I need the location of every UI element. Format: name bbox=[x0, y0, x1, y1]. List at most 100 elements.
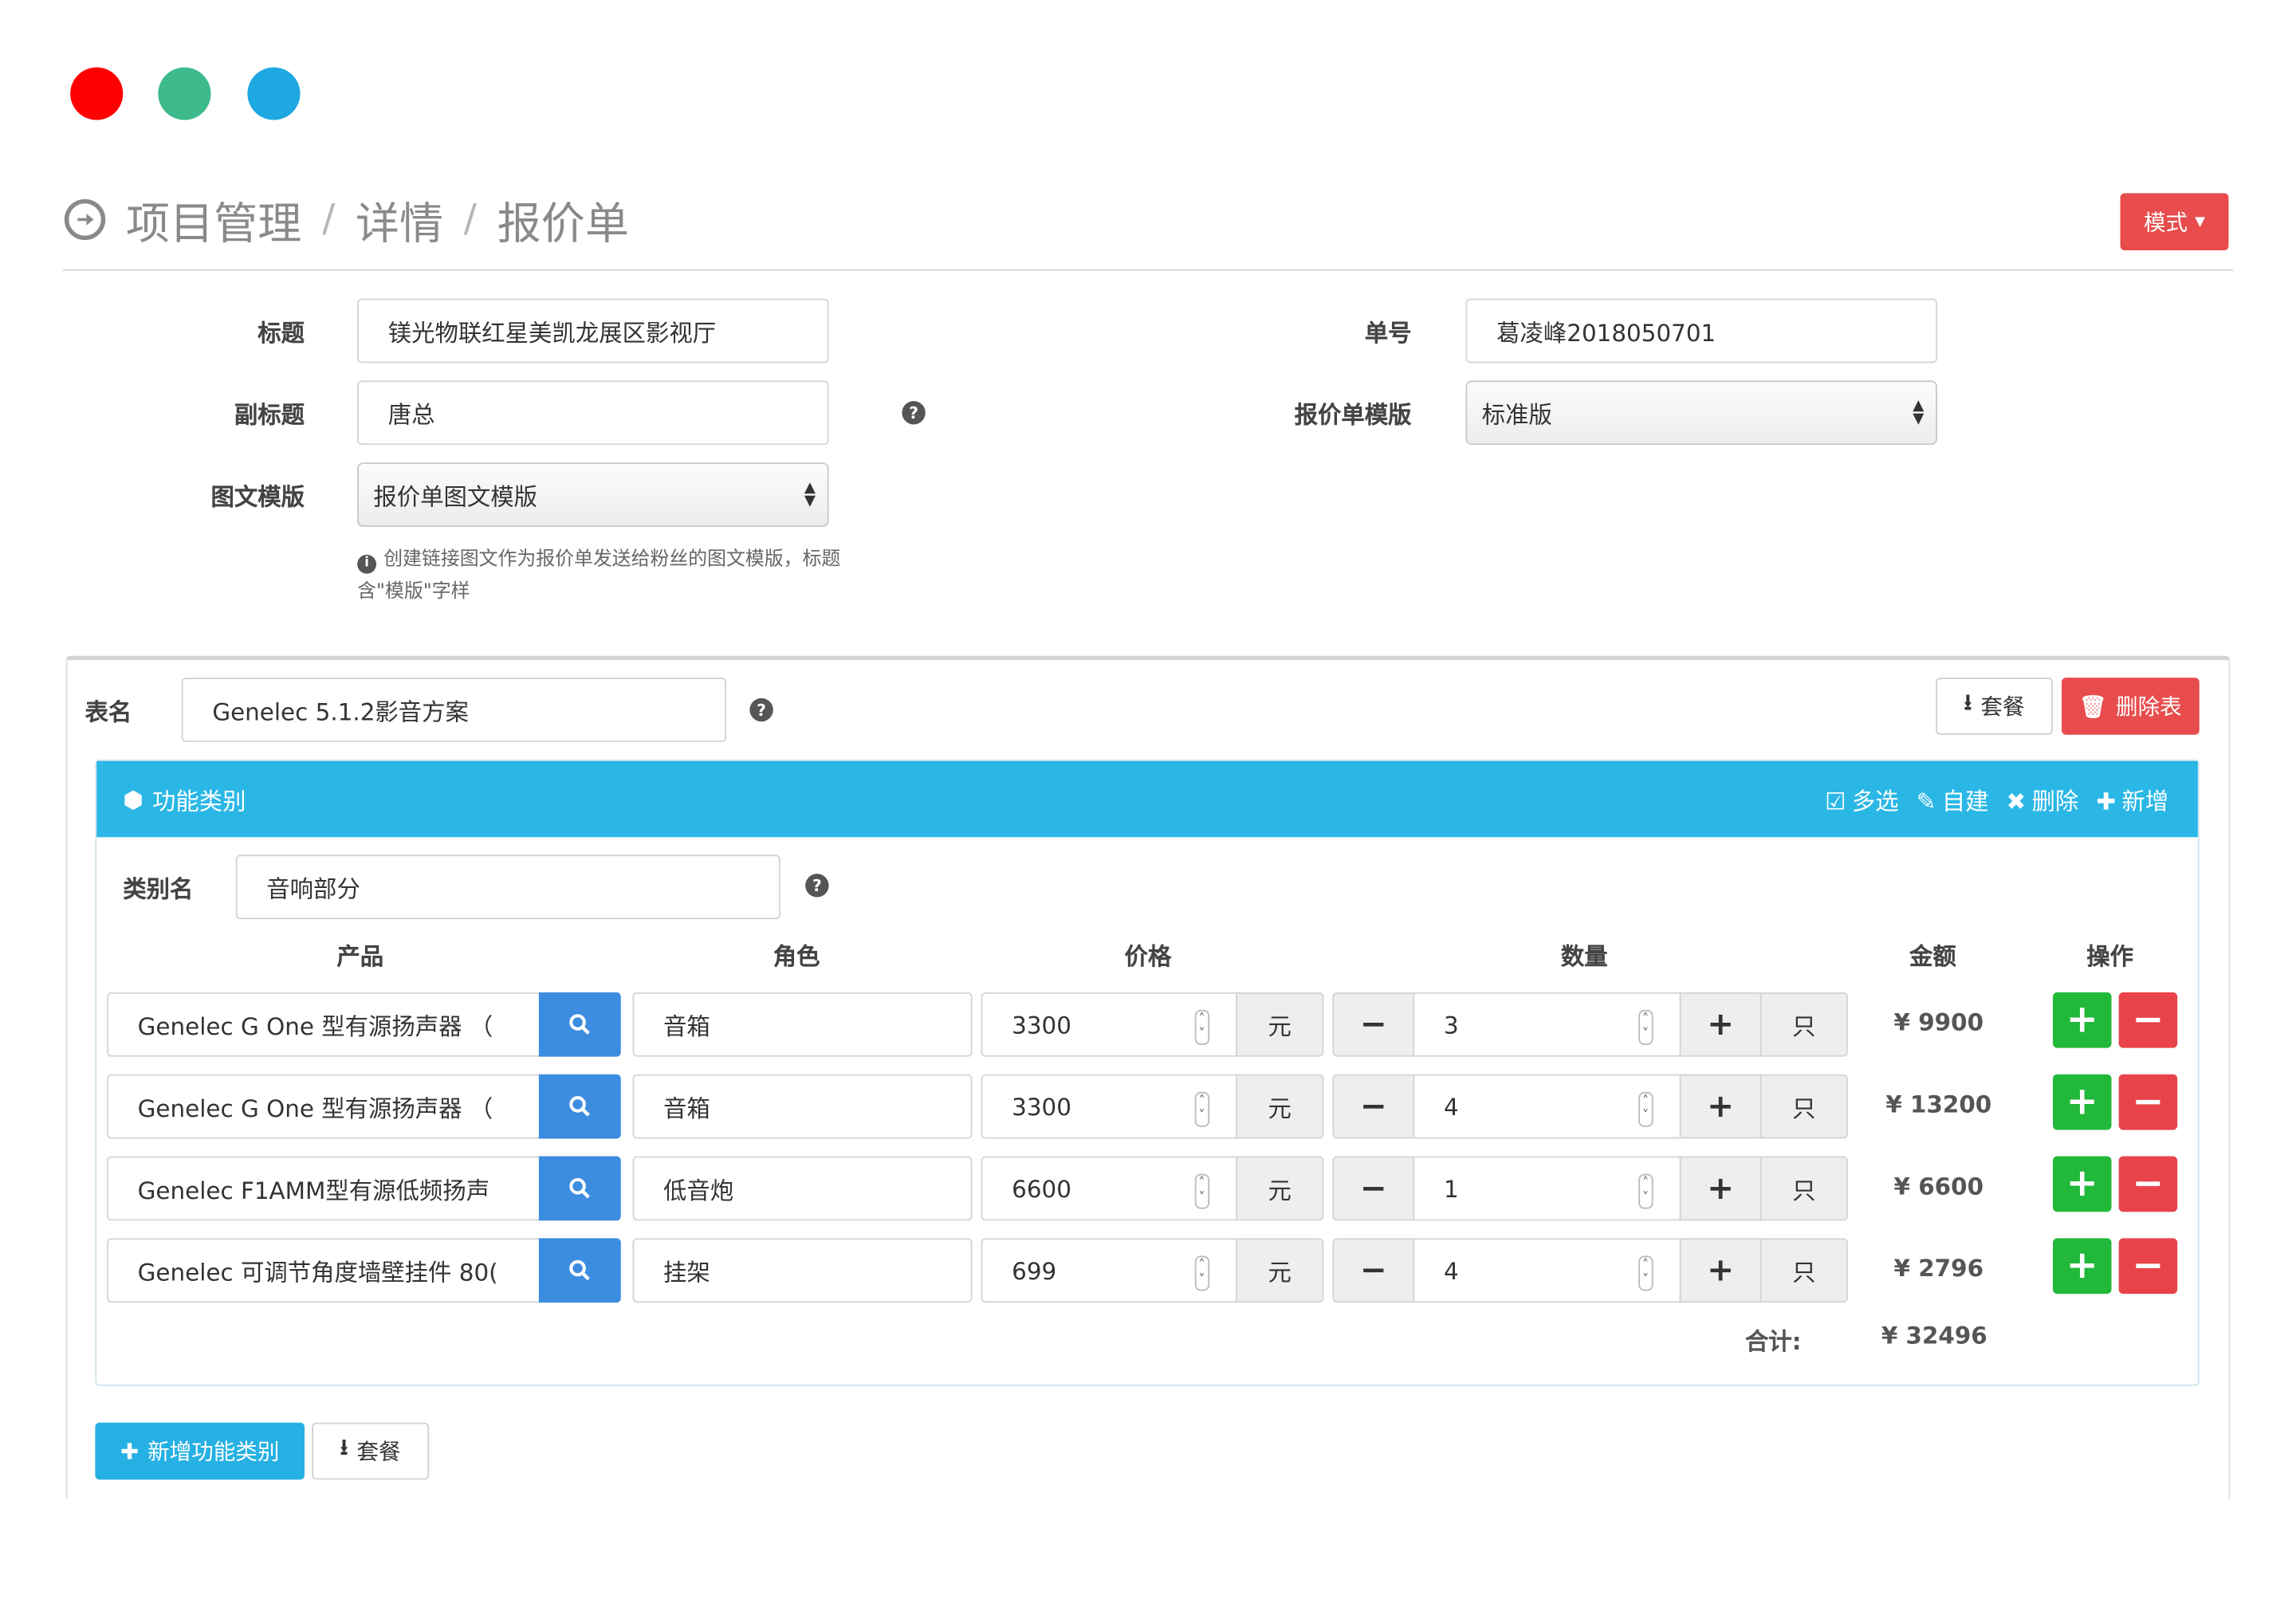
delete-category-button[interactable]: ✖ 删除 bbox=[2007, 781, 2079, 816]
window-maximize-button[interactable] bbox=[247, 67, 301, 120]
download-icon: ⭳ bbox=[340, 1434, 348, 1461]
remove-row-button[interactable]: − bbox=[2118, 1156, 2178, 1212]
increment-button[interactable]: + bbox=[1679, 992, 1762, 1057]
quantity-input[interactable]: 4 ˄ ˅ bbox=[1413, 1074, 1681, 1139]
help-icon[interactable]: ? bbox=[749, 697, 773, 722]
role-input[interactable]: 音箱 bbox=[632, 992, 973, 1057]
product-search-button[interactable] bbox=[538, 1074, 621, 1139]
cube-icon: ⬢ bbox=[123, 785, 144, 813]
mode-dropdown-button[interactable]: 模式 ▼ bbox=[2120, 193, 2229, 250]
add-category-label: 新增功能类别 bbox=[147, 1438, 280, 1465]
price-input[interactable]: 3300 ˄ ˅ bbox=[981, 1074, 1238, 1139]
quantity-input[interactable]: 3 ˄ ˅ bbox=[1413, 992, 1681, 1057]
arrow-circle-right-icon[interactable] bbox=[64, 198, 106, 241]
decrement-button[interactable]: − bbox=[1332, 1074, 1415, 1139]
price-input[interactable]: 699 ˄ ˅ bbox=[981, 1238, 1238, 1303]
price-input[interactable]: 3300 ˄ ˅ bbox=[981, 992, 1238, 1057]
spinner-icon[interactable]: ˄ ˅ bbox=[1637, 1009, 1653, 1045]
order-no-label: 单号 bbox=[1364, 319, 1412, 348]
info-icon: i bbox=[357, 554, 377, 574]
product-value: Genelec G One 型有源扬声器 （ bbox=[137, 1094, 493, 1123]
spinner-icon[interactable]: ˄ ˅ bbox=[1637, 1255, 1653, 1291]
spinner-icon[interactable]: ˄ ˅ bbox=[1193, 1091, 1210, 1127]
add-category-button[interactable]: ✚ 新增功能类别 bbox=[95, 1422, 305, 1480]
add-category-item-button[interactable]: ✚ 新增 bbox=[2096, 781, 2168, 816]
search-icon bbox=[569, 1177, 590, 1199]
plus-icon: ✚ bbox=[2096, 787, 2117, 815]
price-value: 6600 bbox=[1012, 1174, 1071, 1203]
template-label: 报价单模版 bbox=[1294, 401, 1412, 429]
product-value: Genelec F1AMM型有源低频扬声 bbox=[137, 1177, 490, 1205]
spinner-icon[interactable]: ˄ ˅ bbox=[1193, 1173, 1210, 1209]
order-no-input[interactable]: 葛凌峰2018050701 bbox=[1465, 298, 1937, 363]
product-search-button[interactable] bbox=[538, 1238, 621, 1303]
caret-down-icon: ▼ bbox=[2195, 214, 2206, 230]
title-input[interactable]: 镁光物联红星美凯龙展区影视厅 bbox=[357, 298, 829, 363]
add-row-button[interactable]: + bbox=[2053, 1156, 2112, 1212]
increment-button[interactable]: + bbox=[1679, 1074, 1762, 1139]
footer-package-button[interactable]: ⭳ 套餐 bbox=[312, 1422, 430, 1480]
breadcrumb-item-project[interactable]: 项目管理 bbox=[126, 187, 301, 252]
breadcrumb-item-detail[interactable]: 详情 bbox=[356, 187, 443, 252]
sheet-package-button[interactable]: ⭳ 套餐 bbox=[1936, 678, 2054, 735]
breadcrumb-separator: / bbox=[322, 197, 336, 242]
quantity-unit: 只 bbox=[1759, 1074, 1848, 1139]
subtitle-input[interactable]: 唐总 bbox=[357, 380, 829, 446]
edit-icon: ✎ bbox=[1916, 787, 1936, 815]
custom-button[interactable]: ✎ 自建 bbox=[1917, 781, 1989, 816]
increment-button[interactable]: + bbox=[1679, 1238, 1762, 1303]
role-value: 低音炮 bbox=[663, 1177, 734, 1205]
product-input[interactable]: Genelec G One 型有源扬声器 （ bbox=[107, 992, 541, 1057]
role-input[interactable]: 挂架 bbox=[632, 1238, 973, 1303]
quantity-unit: 只 bbox=[1759, 992, 1848, 1057]
category-name-label: 类别名 bbox=[123, 874, 194, 903]
role-input[interactable]: 音箱 bbox=[632, 1074, 973, 1139]
spinner-icon[interactable]: ˄ ˅ bbox=[1193, 1009, 1210, 1045]
add-row-button[interactable]: + bbox=[2053, 992, 2112, 1048]
quantity-unit: 只 bbox=[1759, 1156, 1848, 1221]
select-arrows-icon: ▲ ▼ bbox=[1913, 398, 1924, 428]
increment-button[interactable]: + bbox=[1679, 1156, 1762, 1221]
window-close-button[interactable] bbox=[70, 67, 124, 120]
price-input[interactable]: 6600 ˄ ˅ bbox=[981, 1156, 1238, 1221]
add-row-button[interactable]: + bbox=[2053, 1238, 2112, 1295]
product-input[interactable]: Genelec 可调节角度墙壁挂件 80( bbox=[107, 1238, 541, 1303]
product-search-button[interactable] bbox=[538, 1156, 621, 1221]
product-value: Genelec G One 型有源扬声器 （ bbox=[137, 1012, 493, 1041]
help-icon[interactable]: ? bbox=[805, 874, 829, 898]
quantity-input[interactable]: 1 ˄ ˅ bbox=[1413, 1156, 1681, 1221]
help-icon[interactable]: ? bbox=[902, 401, 926, 425]
total-label: 合计: bbox=[1744, 1327, 1802, 1356]
product-input[interactable]: Genelec G One 型有源扬声器 （ bbox=[107, 1074, 541, 1139]
delete-sheet-button[interactable]: 🗑 删除表 bbox=[2062, 678, 2200, 735]
quantity-input[interactable]: 4 ˄ ˅ bbox=[1413, 1238, 1681, 1303]
price-unit-label: 元 bbox=[1268, 1177, 1292, 1205]
quantity-unit-label: 只 bbox=[1792, 1012, 1816, 1041]
spinner-icon[interactable]: ˄ ˅ bbox=[1637, 1173, 1653, 1209]
product-input[interactable]: Genelec F1AMM型有源低频扬声 bbox=[107, 1156, 541, 1221]
role-input[interactable]: 低音炮 bbox=[632, 1156, 973, 1221]
category-name-input[interactable]: 音响部分 bbox=[235, 855, 780, 920]
sheet-name-value: Genelec 5.1.2影音方案 bbox=[212, 697, 469, 726]
category-header: ⬢ 功能类别 ☑ 多选 ✎ 自建 ✖ 删除 ✚ 新增 bbox=[96, 760, 2198, 838]
template-select[interactable]: 标准版 ▲ ▼ bbox=[1465, 380, 1937, 446]
remove-row-button[interactable]: − bbox=[2118, 1074, 2178, 1130]
decrement-button[interactable]: − bbox=[1332, 992, 1415, 1057]
spinner-icon[interactable]: ˄ ˅ bbox=[1637, 1091, 1653, 1127]
spinner-icon[interactable]: ˄ ˅ bbox=[1193, 1255, 1210, 1291]
add-row-button[interactable]: + bbox=[2053, 1074, 2112, 1130]
row-amount: ¥ 9900 bbox=[1893, 1008, 1984, 1036]
graphic-template-select[interactable]: 报价单图文模版 ▲ ▼ bbox=[357, 462, 829, 527]
price-value: 699 bbox=[1012, 1256, 1057, 1285]
decrement-button[interactable]: − bbox=[1332, 1238, 1415, 1303]
sheet-name-input[interactable]: Genelec 5.1.2影音方案 bbox=[181, 678, 727, 742]
product-search-button[interactable] bbox=[538, 992, 621, 1057]
times-icon: ✖ bbox=[2006, 787, 2027, 815]
help-text: i 创建链接图文作为报价单发送给粉丝的图文模版，标题含"模版"字样 bbox=[357, 544, 840, 609]
remove-row-button[interactable]: − bbox=[2118, 992, 2178, 1048]
remove-row-button[interactable]: − bbox=[2118, 1238, 2178, 1295]
multi-select-button[interactable]: ☑ 多选 bbox=[1825, 781, 1898, 816]
window-minimize-button[interactable] bbox=[158, 67, 211, 120]
breadcrumb-separator: / bbox=[463, 197, 477, 242]
decrement-button[interactable]: − bbox=[1332, 1156, 1415, 1221]
